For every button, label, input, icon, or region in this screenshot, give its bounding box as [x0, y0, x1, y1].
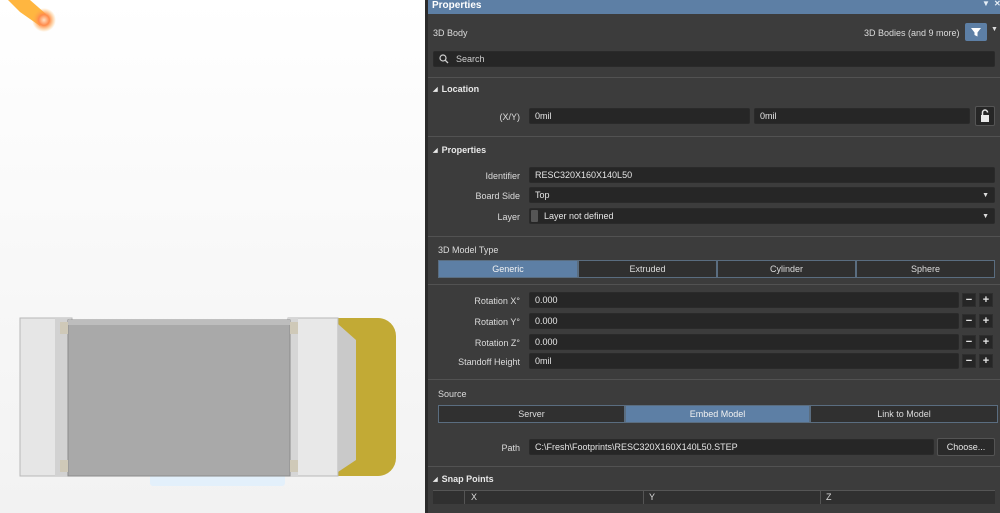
chevron-down-icon: ▼	[982, 192, 989, 199]
light-source-icon[interactable]	[8, 0, 56, 32]
column-header-z: Z	[826, 492, 832, 502]
path-field[interactable]: C:\Fresh\Footprints\RESC320X160X140L50.S…	[529, 439, 934, 455]
standoff-height-field[interactable]: 0mil	[529, 353, 959, 369]
search-input[interactable]: Search	[433, 51, 995, 67]
filter-button[interactable]	[965, 23, 987, 41]
properties-section-header[interactable]: ◢ Properties	[433, 145, 486, 155]
rotation-y-label: Rotation Y°	[474, 317, 520, 327]
collapse-icon: ◢	[433, 477, 438, 483]
standoff-height-label: Standoff Height	[458, 357, 520, 367]
board-side-label: Board Side	[475, 191, 520, 201]
rotation-y-field[interactable]: 0.000	[529, 313, 959, 329]
cap-right	[287, 317, 356, 477]
snap-points-section-header[interactable]: ◢ Snap Points	[433, 474, 494, 484]
rotation-x-decrement[interactable]: −	[962, 293, 976, 307]
model-type-cylinder[interactable]: Cylinder	[717, 260, 856, 278]
model-type-generic[interactable]: Generic	[438, 260, 578, 278]
search-placeholder: Search	[456, 54, 485, 64]
3d-scene	[8, 0, 396, 486]
rotation-x-field[interactable]: 0.000	[529, 292, 959, 308]
collapse-icon: ◢	[433, 87, 438, 93]
object-type-label: 3D Body	[433, 28, 468, 38]
separator	[428, 284, 1000, 285]
model-type-header: 3D Model Type	[438, 245, 499, 255]
rotation-x-value: 0.000	[535, 295, 558, 305]
lock-button[interactable]	[975, 106, 995, 126]
rotation-z-increment[interactable]: +	[979, 335, 993, 349]
collapse-icon: ◢	[433, 148, 438, 154]
filter-summary: 3D Bodies (and 9 more)	[864, 28, 960, 38]
snap-points-table-header: X Y Z	[433, 490, 995, 504]
snap-points-header-label: Snap Points	[441, 474, 494, 484]
location-x-field[interactable]: 0mil	[529, 108, 750, 124]
location-x-value: 0mil	[535, 111, 552, 121]
rotation-x-increment[interactable]: +	[979, 293, 993, 307]
choose-button[interactable]: Choose...	[937, 438, 995, 456]
properties-header-label: Properties	[441, 145, 487, 155]
source-header: Source	[438, 389, 467, 399]
layer-color-swatch	[531, 210, 538, 222]
panel-menu-icon[interactable]: ▼	[982, 0, 990, 8]
panel-titlebar: Properties ▼ ✕	[428, 0, 1000, 14]
search-icon	[439, 54, 449, 64]
location-y-field[interactable]: 0mil	[754, 108, 970, 124]
rotation-x-label: Rotation X°	[474, 296, 520, 306]
identifier-field[interactable]: RESC320X160X140L50	[529, 167, 995, 183]
separator	[428, 379, 1000, 380]
path-value: C:\Fresh\Footprints\RESC320X160X140L50.S…	[535, 442, 738, 452]
location-y-value: 0mil	[760, 111, 777, 121]
panel-close-icon[interactable]: ✕	[994, 0, 1000, 8]
standoff-height-value: 0mil	[535, 356, 552, 366]
identifier-value: RESC320X160X140L50	[535, 170, 633, 180]
rotation-y-decrement[interactable]: −	[962, 314, 976, 328]
board-side-value: Top	[535, 190, 550, 200]
filter-dropdown-icon[interactable]: ▼	[991, 26, 998, 33]
rotation-z-label: Rotation Z°	[474, 338, 520, 348]
path-label: Path	[501, 443, 520, 453]
layer-value: Layer not defined	[544, 211, 614, 221]
layer-label: Layer	[497, 212, 520, 222]
identifier-label: Identifier	[485, 171, 520, 181]
source-server[interactable]: Server	[438, 405, 625, 423]
board-side-select[interactable]: Top ▼	[529, 187, 995, 203]
column-header-x: X	[471, 492, 478, 502]
layer-select[interactable]: Layer not defined ▼	[529, 208, 995, 224]
chevron-down-icon: ▼	[982, 213, 989, 220]
model-type-sphere[interactable]: Sphere	[856, 260, 995, 278]
3d-viewport[interactable]	[0, 0, 427, 513]
resistor-body[interactable]	[67, 319, 291, 477]
rotation-z-value: 0.000	[535, 337, 558, 347]
rotation-y-increment[interactable]: +	[979, 314, 993, 328]
source-embed-model[interactable]: Embed Model	[625, 405, 810, 423]
source-link-to-model[interactable]: Link to Model	[810, 405, 998, 423]
column-header-y: Y	[649, 492, 656, 502]
location-section-header[interactable]: ◢ Location	[433, 84, 479, 94]
lock-icon	[981, 109, 989, 122]
separator	[428, 136, 1000, 137]
cap-left	[19, 317, 73, 477]
rotation-z-decrement[interactable]: −	[962, 335, 976, 349]
filter-icon	[971, 28, 981, 37]
xy-label: (X/Y)	[499, 112, 520, 122]
separator	[428, 236, 1000, 237]
separator	[428, 77, 1000, 78]
standoff-increment[interactable]: +	[979, 354, 993, 368]
standoff-decrement[interactable]: −	[962, 354, 976, 368]
rotation-y-value: 0.000	[535, 316, 558, 326]
model-type-extruded[interactable]: Extruded	[578, 260, 717, 278]
panel-title: Properties	[432, 0, 482, 11]
location-header-label: Location	[441, 84, 480, 94]
properties-panel: Properties ▼ ✕ 3D Body 3D Bodies (and 9 …	[428, 0, 1000, 513]
separator	[428, 466, 1000, 467]
rotation-z-field[interactable]: 0.000	[529, 334, 959, 350]
